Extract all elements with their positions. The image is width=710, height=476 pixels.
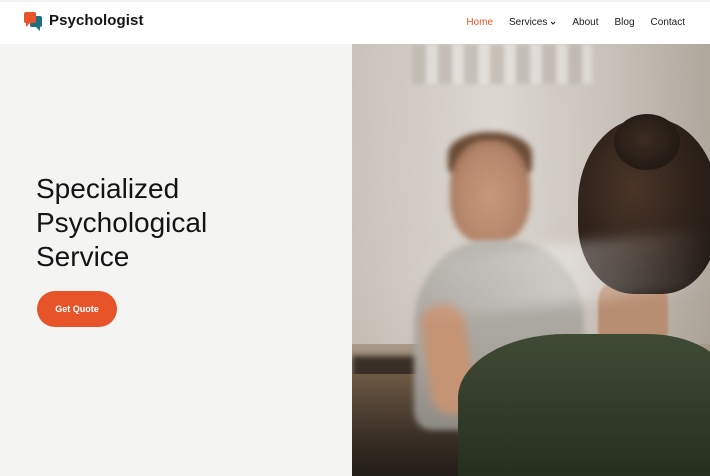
nav-item-about[interactable]: About <box>572 17 598 28</box>
hero-photo <box>352 44 710 476</box>
chevron-down-icon <box>551 21 556 25</box>
site-header: Psychologist Home Services About Blog Co… <box>0 0 710 44</box>
hero-title: Specialized Psychological Service <box>36 172 336 274</box>
hero-title-line: Psychological <box>36 207 208 238</box>
speech-bubbles-icon <box>24 12 43 31</box>
get-quote-button[interactable]: Get Quote <box>37 291 117 327</box>
nav-item-home[interactable]: Home <box>466 17 493 28</box>
brand[interactable]: Psychologist <box>24 12 144 31</box>
nav-item-contact[interactable]: Contact <box>651 17 685 28</box>
main-nav: Home Services About Blog Contact <box>466 17 685 28</box>
hero-title-line: Specialized <box>36 173 180 204</box>
nav-item-services[interactable]: Services <box>509 17 556 28</box>
nav-item-blog[interactable]: Blog <box>615 17 635 28</box>
brand-name: Psychologist <box>49 12 144 29</box>
hero-title-line: Service <box>36 241 130 272</box>
nav-item-services-label: Services <box>509 17 548 28</box>
